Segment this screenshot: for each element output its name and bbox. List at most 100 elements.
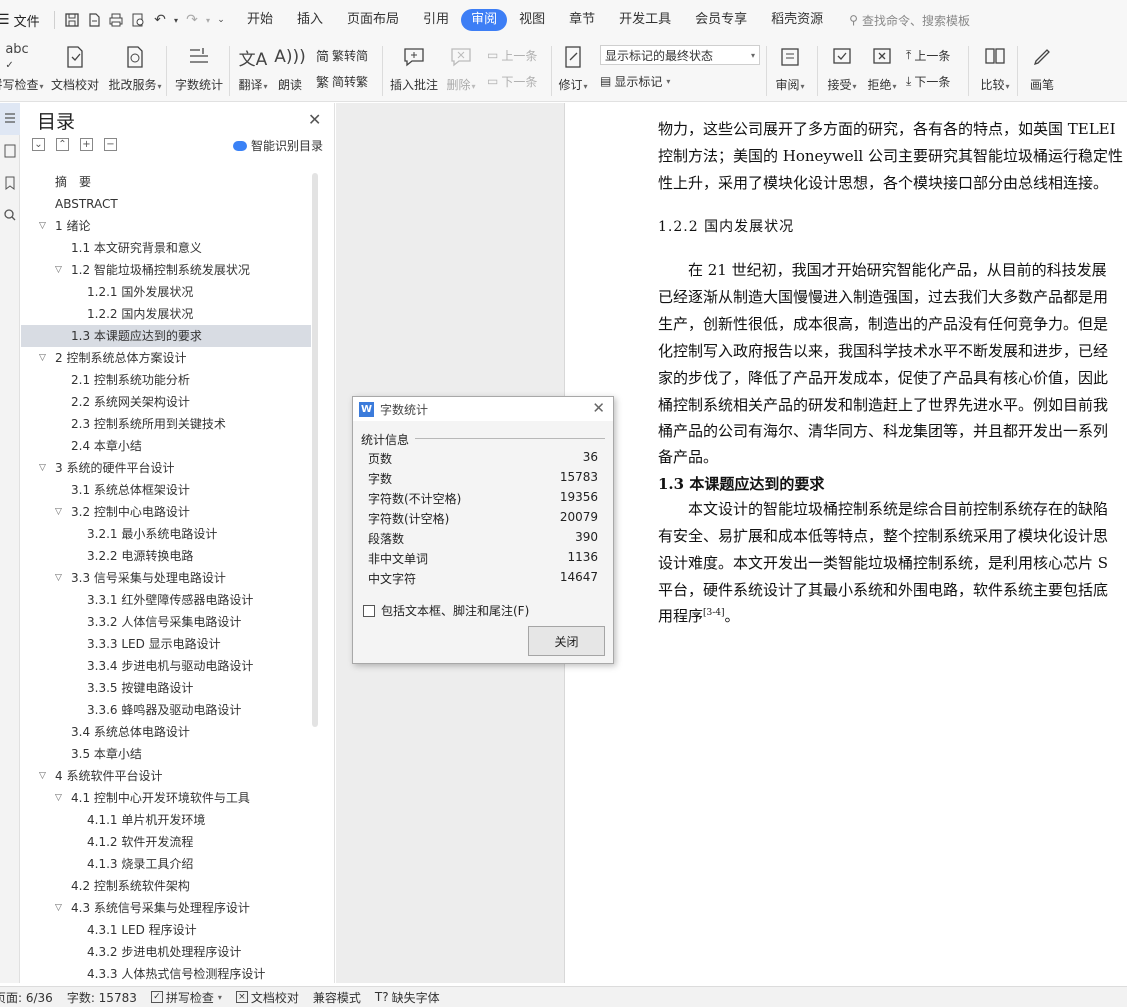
page-indicator[interactable]: 页面: 6/36 xyxy=(0,989,53,1006)
accept-button[interactable]: 接受▾ xyxy=(822,40,862,100)
document-proofread-button[interactable]: 文档校对 xyxy=(46,40,104,100)
toc-item[interactable]: 1.2.1 国外发展状况 xyxy=(21,281,311,303)
toc-item[interactable]: ▽ 4 系统软件平台设计 xyxy=(21,765,311,787)
toc-item[interactable]: ▽ 3 系统的硬件平台设计 xyxy=(21,457,311,479)
toc-item[interactable]: ▽ 3.2 控制中心电路设计 xyxy=(21,501,311,523)
tab-view[interactable]: 视图 xyxy=(507,9,557,31)
compare-button[interactable]: 比较▾ xyxy=(973,40,1017,100)
file-menu[interactable]: ☰ 文件 xyxy=(0,11,48,30)
undo-icon[interactable]: ↶ xyxy=(149,9,171,31)
redo-icon[interactable]: ↷ xyxy=(181,9,203,31)
tab-page-layout[interactable]: 页面布局 xyxy=(335,9,411,31)
expand-all-icon[interactable]: ⌃ xyxy=(56,138,69,151)
collapse-all-icon[interactable]: ⌄ xyxy=(32,138,45,151)
expand-toggle-icon[interactable]: ▽ xyxy=(55,787,62,809)
toc-item[interactable]: 3.5 本章小结 xyxy=(21,743,311,765)
expand-toggle-icon[interactable]: ▽ xyxy=(39,765,46,787)
chapter-nav-icon[interactable] xyxy=(0,135,20,167)
toc-item[interactable]: ▽ 1.2 智能垃圾桶控制系统发展状况 xyxy=(21,259,311,281)
toc-item[interactable]: 3.3.5 按键电路设计 xyxy=(21,677,311,699)
toc-item[interactable]: 3.1 系统总体框架设计 xyxy=(21,479,311,501)
spell-check-status[interactable]: ✓ 拼写检查 ▾ xyxy=(150,989,222,1006)
remove-heading-icon[interactable]: − xyxy=(104,138,117,151)
tab-section[interactable]: 章节 xyxy=(557,9,607,31)
ink-button[interactable]: 画笔 xyxy=(1022,40,1062,100)
insert-comment-button[interactable]: 插入批注 xyxy=(385,40,443,100)
checkbox-box[interactable] xyxy=(363,604,375,617)
show-markup-button[interactable]: ▤ 显示标记 ▾ xyxy=(600,71,760,91)
toc-pane-icon[interactable] xyxy=(0,103,20,135)
missing-font-status[interactable]: T? 缺失字体 xyxy=(375,989,440,1006)
toc-item[interactable]: 3.4 系统总体电路设计 xyxy=(21,721,311,743)
toc-item[interactable]: 2.3 控制系统所用到关键技术 xyxy=(21,413,311,435)
toc-item[interactable]: 2.4 本章小结 xyxy=(21,435,311,457)
translate-button[interactable]: 文A 翻译▾ xyxy=(234,40,272,100)
toc-item[interactable]: 4.1.3 烧录工具介绍 xyxy=(21,853,311,875)
expand-toggle-icon[interactable]: ▽ xyxy=(39,215,46,237)
delete-comment-button[interactable]: 删除▾ xyxy=(443,40,479,100)
toc-item[interactable]: 4.3.1 LED 程序设计 xyxy=(21,919,311,941)
tab-home[interactable]: 开始 xyxy=(235,9,285,31)
tab-member[interactable]: 会员专享 xyxy=(683,9,759,31)
toc-item[interactable]: 2.2 系统网关架构设计 xyxy=(21,391,311,413)
toc-item[interactable]: 3.3.4 步进电机与驱动电路设计 xyxy=(21,655,311,677)
toc-item[interactable]: 3.3.2 人体信号采集电路设计 xyxy=(21,611,311,633)
read-aloud-button[interactable]: A))) 朗读 xyxy=(272,40,308,100)
toc-item[interactable]: 4.2 控制系统软件架构 xyxy=(21,875,311,897)
toc-item[interactable]: 2.1 控制系统功能分析 xyxy=(21,369,311,391)
export-pdf-icon[interactable] xyxy=(83,9,105,31)
traditional-to-simplified-button[interactable]: 简繁转简 xyxy=(316,45,382,65)
expand-toggle-icon[interactable]: ▽ xyxy=(55,259,62,281)
spell-check-button[interactable]: abc✓ 拼写检查▾ xyxy=(0,40,44,100)
word-count-button[interactable]: 字数统计 xyxy=(169,40,229,100)
command-search[interactable]: ⚲ 查找命令、搜索模板 xyxy=(849,12,970,29)
toc-item[interactable]: 1.2.2 国内发展状况 xyxy=(21,303,311,325)
revise-service-button[interactable]: 批改服务▾ xyxy=(104,40,166,100)
next-change-button[interactable]: ⤓ 下一条 xyxy=(906,71,968,91)
document-page[interactable]: 物力，这些公司展开了多方面的研究，各有各的特点，如英国 TELEI 控制方法；美… xyxy=(564,103,1127,983)
toc-item[interactable]: 3.2.1 最小系统电路设计 xyxy=(21,523,311,545)
toc-item[interactable]: 4.1.1 单片机开发环境 xyxy=(21,809,311,831)
previous-comment-button[interactable]: ▭ 上一条 xyxy=(487,45,551,65)
bookmark-icon[interactable] xyxy=(0,167,20,199)
close-icon[interactable]: ✕ xyxy=(592,399,605,417)
toc-item[interactable]: 3.3.1 红外壁障传感器电路设计 xyxy=(21,589,311,611)
toc-item[interactable]: ▽ 1 绪论 xyxy=(21,215,311,237)
save-icon[interactable] xyxy=(61,9,83,31)
find-icon[interactable] xyxy=(0,199,20,231)
smart-toc-button[interactable]: 智能识别目录 xyxy=(233,137,323,154)
expand-toggle-icon[interactable]: ▽ xyxy=(55,501,62,523)
review-pane-button[interactable]: 审阅▾ xyxy=(769,40,811,100)
expand-toggle-icon[interactable]: ▽ xyxy=(55,897,62,919)
toc-item[interactable]: 4.1.2 软件开发流程 xyxy=(21,831,311,853)
simplified-to-traditional-button[interactable]: 繁简转繁 xyxy=(316,71,382,91)
tab-references[interactable]: 引用 xyxy=(411,9,461,31)
toc-item[interactable]: 3.3.3 LED 显示电路设计 xyxy=(21,633,311,655)
tab-docer-resources[interactable]: 稻壳资源 xyxy=(759,9,835,31)
proofread-status[interactable]: × 文档校对 xyxy=(235,989,299,1006)
track-changes-button[interactable]: 修订▾ xyxy=(554,40,592,100)
toc-item[interactable]: ▽ 3.3 信号采集与处理电路设计 xyxy=(21,567,311,589)
tab-insert[interactable]: 插入 xyxy=(285,9,335,31)
tab-developer[interactable]: 开发工具 xyxy=(607,9,683,31)
customize-toolbar-icon[interactable]: ⌄ xyxy=(213,9,229,31)
redo-dropdown-icon[interactable]: ▾ xyxy=(203,9,213,31)
toc-item[interactable]: 摘 要 xyxy=(21,171,311,193)
word-count-indicator[interactable]: 字数: 15783 xyxy=(67,989,137,1006)
toc-item[interactable]: 1.3 本课题应达到的要求 xyxy=(21,325,311,347)
toc-item[interactable]: 3.2.2 电源转换电路 xyxy=(21,545,311,567)
toc-item[interactable]: 1.1 本文研究背景和意义 xyxy=(21,237,311,259)
toc-item[interactable]: ▽ 4.3 系统信号采集与处理程序设计 xyxy=(21,897,311,919)
add-heading-icon[interactable]: + xyxy=(80,138,93,151)
expand-toggle-icon[interactable]: ▽ xyxy=(55,567,62,589)
toc-item[interactable]: 3.3.6 蜂鸣器及驱动电路设计 xyxy=(21,699,311,721)
markup-mode-select[interactable]: 显示标记的最终状态 ▾ xyxy=(600,45,760,65)
next-comment-button[interactable]: ▭ 下一条 xyxy=(487,71,551,91)
undo-dropdown-icon[interactable]: ▾ xyxy=(171,9,181,31)
previous-change-button[interactable]: ⤒ 上一条 xyxy=(906,45,968,65)
close-button[interactable]: 关闭 xyxy=(528,626,605,656)
expand-toggle-icon[interactable]: ▽ xyxy=(39,457,46,479)
print-icon[interactable] xyxy=(105,9,127,31)
dialog-titlebar[interactable]: W 字数统计 ✕ xyxy=(353,397,613,421)
toc-item[interactable]: ▽ 4.1 控制中心开发环境软件与工具 xyxy=(21,787,311,809)
